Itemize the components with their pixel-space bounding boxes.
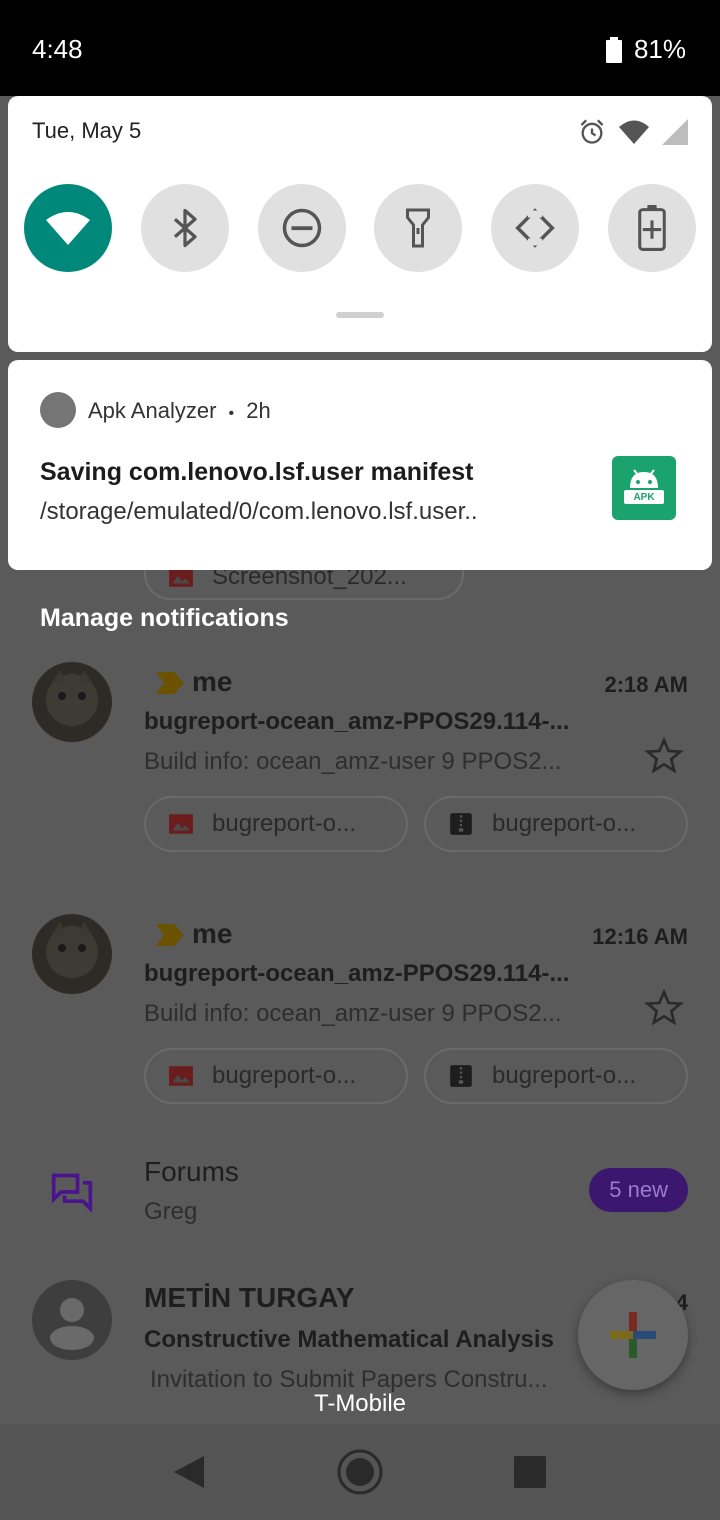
wifi-tile[interactable]: [24, 184, 112, 272]
attachment-chip[interactable]: bugreport-o...: [144, 796, 408, 852]
flashlight-icon: [406, 208, 431, 248]
notification-header: Apk Analyzer • 2h: [88, 398, 271, 424]
attachment-chip-label: bugreport-o...: [212, 1062, 357, 1089]
battery-saver-icon: [638, 205, 666, 251]
app-name: Apk Analyzer: [88, 398, 217, 423]
status-time: 4:48: [32, 34, 83, 64]
bluetooth-icon: [173, 208, 197, 248]
zip-file-icon: [450, 813, 472, 835]
apk-icon: APK: [612, 456, 676, 520]
back-icon[interactable]: [172, 1454, 206, 1490]
important-marker-icon: [156, 672, 184, 694]
qs-system-icons: [578, 118, 688, 146]
email-row[interactable]: me 2:18 AM bugreport-ocean_amz-PPOS29.11…: [0, 650, 720, 870]
manage-notifications-button[interactable]: Manage notifications: [40, 604, 289, 633]
notification-age: 2h: [246, 398, 271, 423]
bluetooth-tile[interactable]: [140, 184, 229, 272]
image-icon: [169, 814, 193, 834]
avatar: [32, 1280, 112, 1360]
header-separator: •: [228, 405, 235, 422]
flashlight-tile[interactable]: [374, 184, 463, 272]
email-subject: Constructive Mathematical Analysis: [144, 1326, 554, 1353]
home-icon[interactable]: [336, 1448, 384, 1496]
email-sender: METİN TURGAY: [144, 1282, 355, 1313]
qs-date[interactable]: Tue, May 5: [32, 118, 141, 144]
do-not-disturb-tile[interactable]: [257, 184, 346, 272]
attachment-chip[interactable]: bugreport-o...: [144, 1048, 408, 1104]
forums-subtitle: Greg: [144, 1198, 198, 1225]
wifi-signal-icon: [619, 120, 649, 144]
compose-button[interactable]: [578, 1280, 688, 1390]
attachment-chip[interactable]: bugreport-o...: [424, 1048, 688, 1104]
alarm-icon: [580, 119, 604, 144]
forums-icon: [51, 1173, 93, 1213]
attachment-chip-label: bugreport-o...: [492, 1062, 637, 1089]
status-bar: 4:48 81%: [0, 0, 720, 96]
attachment-chip[interactable]: bugreport-o...: [424, 796, 688, 852]
avatar: [32, 662, 112, 742]
navigation-bar: [0, 1424, 720, 1520]
apk-analyzer-notification[interactable]: Apk Analyzer • 2h Saving com.lenovo.lsf.…: [8, 360, 712, 570]
email-subject: bugreport-ocean_amz-PPOS29.114-...: [144, 708, 570, 735]
wifi-icon: [46, 212, 90, 245]
email-sender: me: [192, 666, 233, 697]
battery-saver-tile[interactable]: [607, 184, 696, 272]
compose-plus-icon: [610, 1312, 656, 1358]
qs-tiles: [24, 184, 696, 272]
auto-rotate-tile[interactable]: [491, 184, 580, 272]
notification-title: Saving com.lenovo.lsf.user manifest: [40, 458, 474, 486]
apk-icon-label: APK: [633, 492, 655, 503]
email-time: 12:16 AM: [592, 924, 688, 949]
email-sender: me: [192, 918, 233, 949]
email-snippet: Build info: ocean_amz-user 9 PPOS2...: [144, 748, 562, 775]
avatar: [32, 914, 112, 994]
star-icon[interactable]: [644, 736, 684, 776]
attachment-chip-label: bugreport-o...: [212, 810, 357, 837]
battery-icon: [605, 36, 622, 63]
rotate-icon: [515, 208, 555, 248]
carrier-label: T-Mobile: [313, 1390, 407, 1417]
image-icon: [169, 1066, 193, 1086]
app-icon: [40, 392, 76, 428]
attachment-chip-label: bugreport-o...: [492, 810, 637, 837]
battery-status: 81%: [605, 34, 686, 65]
cell-signal-icon: [662, 119, 688, 145]
star-icon[interactable]: [644, 988, 684, 1028]
important-marker-icon: [156, 924, 184, 946]
email-time: 2:18 AM: [604, 672, 688, 697]
new-count-badge: 5 new: [589, 1168, 688, 1212]
notification-body: /storage/emulated/0/com.lenovo.lsf.user.…: [40, 498, 478, 525]
email-row[interactable]: me 12:16 AM bugreport-ocean_amz-PPOS29.1…: [0, 902, 720, 1122]
quick-settings-panel: Tue, May 5: [8, 96, 712, 352]
email-snippet: Build info: ocean_amz-user 9 PPOS2...: [144, 1000, 562, 1027]
drag-handle[interactable]: [336, 312, 384, 318]
forums-title: Forums: [144, 1156, 239, 1187]
battery-percent: 81%: [633, 34, 686, 64]
zip-file-icon: [450, 1065, 472, 1087]
do-not-disturb-icon: [282, 208, 321, 248]
email-subject: bugreport-ocean_amz-PPOS29.114-...: [144, 960, 570, 987]
recents-icon[interactable]: [514, 1456, 546, 1488]
